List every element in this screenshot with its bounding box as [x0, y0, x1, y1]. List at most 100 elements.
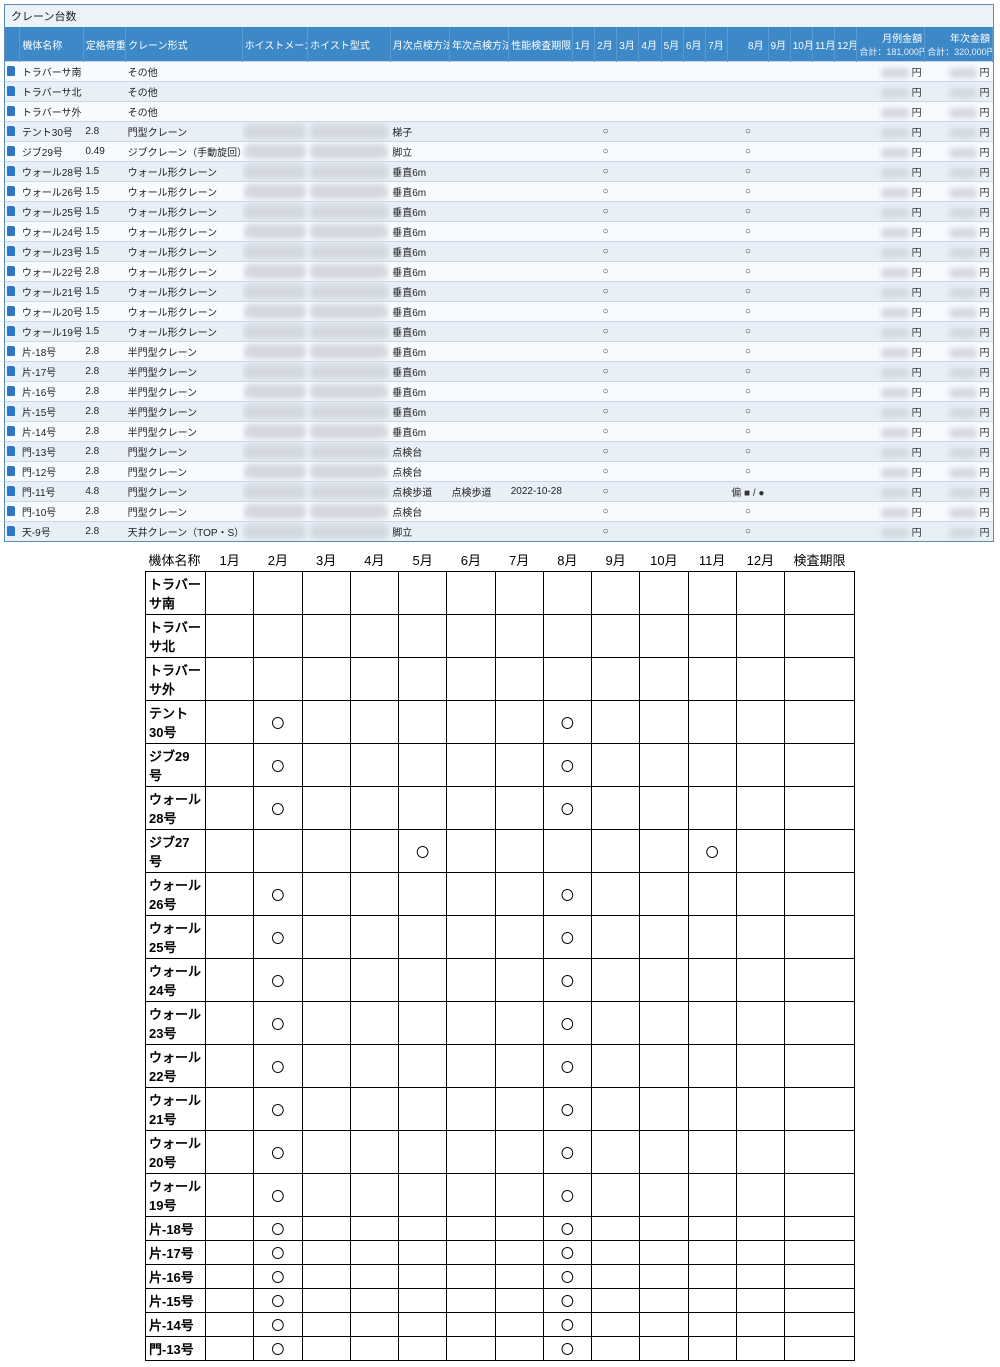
- document-icon[interactable]: [5, 522, 20, 542]
- cell-yfee: 円: [925, 62, 993, 82]
- table-row[interactable]: トラバーサ南その他 円 円: [5, 62, 993, 82]
- hdr-load[interactable]: 定格荷重(t): [83, 27, 125, 62]
- document-icon[interactable]: [5, 342, 20, 362]
- table-row[interactable]: トラバーサ北その他 円 円: [5, 82, 993, 102]
- hdr-model[interactable]: ホイスト型式: [308, 27, 391, 62]
- hdr-m11[interactable]: 11月: [812, 27, 834, 62]
- document-icon[interactable]: [5, 202, 20, 222]
- plan-hdr: 検査期限: [785, 548, 855, 572]
- table-row[interactable]: 門-10号2.8門型クレーン点検台○○ 円 円: [5, 502, 993, 522]
- cell-load: 1.5: [83, 302, 125, 322]
- document-icon[interactable]: [5, 482, 20, 502]
- table-row[interactable]: 片-15号2.8半門型クレーン垂直6m○○ 円 円: [5, 402, 993, 422]
- cell-mfee: 円: [857, 142, 925, 162]
- hdr-type[interactable]: クレーン形式: [126, 27, 242, 62]
- cell-load: [83, 82, 125, 102]
- document-icon[interactable]: [5, 382, 20, 402]
- cell-yfee: 円: [925, 202, 993, 222]
- document-icon[interactable]: [5, 62, 20, 82]
- table-row[interactable]: ウォール21号1.5ウォール形クレーン垂直6m○○ 円 円: [5, 282, 993, 302]
- document-icon[interactable]: [5, 442, 20, 462]
- hdr-m9[interactable]: 9月: [768, 27, 790, 62]
- cell-yfee: 円: [925, 342, 993, 362]
- document-icon[interactable]: [5, 182, 20, 202]
- cell-model: [308, 422, 391, 442]
- plan-name: 片-18号: [146, 1217, 206, 1241]
- hdr-m6[interactable]: 6月: [683, 27, 705, 62]
- cell-yfee: 円: [925, 162, 993, 182]
- hdr-m7[interactable]: 7月: [706, 27, 728, 62]
- document-icon[interactable]: [5, 502, 20, 522]
- table-row[interactable]: ウォール20号1.5ウォール形クレーン垂直6m○○ 円 円: [5, 302, 993, 322]
- table-row[interactable]: ジブ29号0.49ジブクレーン（手動旋回）脚立○○ 円 円: [5, 142, 993, 162]
- crane-grid: 機体名称 定格荷重(t) クレーン形式 ホイストメーカー ホイスト型式 月次点検…: [5, 27, 993, 541]
- cell-load: 2.8: [83, 462, 125, 482]
- cell-load: 1.5: [83, 322, 125, 342]
- document-icon[interactable]: [5, 162, 20, 182]
- cell-model: [308, 402, 391, 422]
- table-row[interactable]: ウォール28号1.5ウォール形クレーン垂直6m○○ 円 円: [5, 162, 993, 182]
- hdr-m3[interactable]: 3月: [617, 27, 639, 62]
- plan-hdr: 9月: [592, 548, 640, 572]
- document-icon[interactable]: [5, 222, 20, 242]
- table-row[interactable]: 門-13号2.8門型クレーン点検台○○ 円 円: [5, 442, 993, 462]
- table-row[interactable]: ウォール24号1.5ウォール形クレーン垂直6m○○ 円 円: [5, 222, 993, 242]
- table-row[interactable]: 片-17号2.8半門型クレーン垂直6m○○ 円 円: [5, 362, 993, 382]
- hdr-ym[interactable]: 年次点検方法: [449, 27, 508, 62]
- table-row[interactable]: 片-18号2.8半門型クレーン垂直6m○○ 円 円: [5, 342, 993, 362]
- document-icon[interactable]: [5, 422, 20, 442]
- plan-name: トラバーサ南: [146, 572, 206, 615]
- document-icon[interactable]: [5, 262, 20, 282]
- hdr-mfee[interactable]: 月例金額合計：181,000円: [857, 27, 925, 62]
- cell-name: 門-11号: [20, 482, 84, 502]
- document-icon[interactable]: [5, 462, 20, 482]
- table-row[interactable]: テント30号2.8門型クレーン梯子○○ 円 円: [5, 122, 993, 142]
- document-icon[interactable]: [5, 142, 20, 162]
- hdr-name[interactable]: 機体名称: [20, 27, 84, 62]
- cell-mfee: 円: [857, 102, 925, 122]
- hdr-maker[interactable]: ホイストメーカー: [242, 27, 308, 62]
- cell-load: 2.8: [83, 442, 125, 462]
- document-icon[interactable]: [5, 82, 20, 102]
- document-icon[interactable]: [5, 282, 20, 302]
- table-row[interactable]: ウォール25号1.5ウォール形クレーン垂直6m○○ 円 円: [5, 202, 993, 222]
- cell-exp: [509, 122, 573, 142]
- document-icon[interactable]: [5, 102, 20, 122]
- hdr-m10[interactable]: 10月: [790, 27, 812, 62]
- hdr-mm[interactable]: 月次点検方法: [390, 27, 449, 62]
- table-row[interactable]: 門-12号2.8門型クレーン点検台○○ 円 円: [5, 462, 993, 482]
- table-row[interactable]: 片-16号2.8半門型クレーン垂直6m○○ 円 円: [5, 382, 993, 402]
- plan-row: テント30号〇〇: [146, 701, 855, 744]
- hdr-yfee[interactable]: 年次金額合計：320,000円: [925, 27, 993, 62]
- table-row[interactable]: ウォール23号1.5ウォール形クレーン垂直6m○○ 円 円: [5, 242, 993, 262]
- table-row[interactable]: 天-9号2.8天井クレーン（TOP・S）脚立○○ 円 円: [5, 522, 993, 542]
- cell-type: 門型クレーン: [126, 122, 242, 142]
- plan-name: 片-14号: [146, 1313, 206, 1337]
- cell-mfee: 円: [857, 522, 925, 542]
- cell-model: [308, 442, 391, 462]
- cell-type: その他: [126, 62, 242, 82]
- document-icon[interactable]: [5, 322, 20, 342]
- hdr-m4[interactable]: 4月: [639, 27, 661, 62]
- table-row[interactable]: ウォール19号1.5ウォール形クレーン垂直6m○○ 円 円: [5, 322, 993, 342]
- hdr-m2[interactable]: 2月: [594, 27, 616, 62]
- document-icon[interactable]: [5, 362, 20, 382]
- plan-row: ウォール22号〇〇: [146, 1045, 855, 1088]
- table-row[interactable]: 門-11号4.8門型クレーン点検歩道点検歩道2022-10-28○偏 ■ / ●…: [5, 482, 993, 502]
- cell-name: 片-15号: [20, 402, 84, 422]
- document-icon[interactable]: [5, 242, 20, 262]
- table-row[interactable]: トラバーサ外その他 円 円: [5, 102, 993, 122]
- hdr-m12[interactable]: 12月: [835, 27, 857, 62]
- document-icon[interactable]: [5, 122, 20, 142]
- hdr-m1[interactable]: 1月: [572, 27, 594, 62]
- document-icon[interactable]: [5, 402, 20, 422]
- table-row[interactable]: 片-14号2.8半門型クレーン垂直6m○○ 円 円: [5, 422, 993, 442]
- table-row[interactable]: ウォール22号2.8ウォール形クレーン垂直6m○○ 円 円: [5, 262, 993, 282]
- hdr-m5[interactable]: 5月: [661, 27, 683, 62]
- document-icon[interactable]: [5, 302, 20, 322]
- cell-yfee: 円: [925, 102, 993, 122]
- table-row[interactable]: ウォール26号1.5ウォール形クレーン垂直6m○○ 円 円: [5, 182, 993, 202]
- hdr-exp[interactable]: 性能検査期限: [509, 27, 573, 62]
- hdr-m8[interactable]: 8月: [728, 27, 768, 62]
- cell-model: [308, 242, 391, 262]
